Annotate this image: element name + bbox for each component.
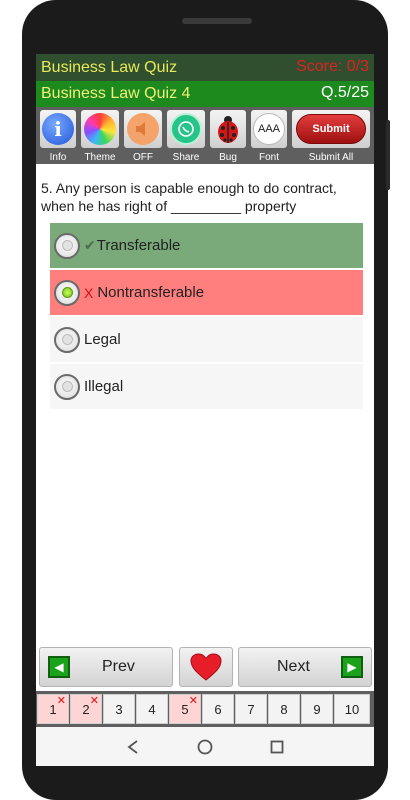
- question-strip: 1 ✕ 2 ✕ 3 4 5 ✕ 6 7 8 9 10: [36, 691, 374, 727]
- wrong-mark-icon: X: [84, 284, 94, 301]
- question-cell-7[interactable]: 7: [235, 694, 267, 724]
- ladybug-icon: [218, 116, 238, 143]
- question-cell-3[interactable]: 3: [103, 694, 135, 724]
- speaker-icon: [127, 113, 159, 145]
- cell-number: 2: [82, 701, 90, 717]
- question-cell-5[interactable]: 5 ✕: [169, 694, 201, 724]
- question-cell-10[interactable]: 10: [334, 694, 370, 724]
- option-4[interactable]: Illegal: [50, 364, 363, 409]
- option-2[interactable]: X Nontransferable: [50, 270, 363, 315]
- info-icon: i: [42, 113, 74, 145]
- cell-number: 4: [148, 701, 156, 717]
- cell-number: 5: [181, 701, 189, 717]
- app-screen: Business Law Quiz Score: 0/3 Business La…: [36, 54, 374, 766]
- heart-icon: [190, 653, 222, 681]
- cell-number: 9: [313, 701, 321, 717]
- question-cell-1[interactable]: 1 ✕: [37, 694, 69, 724]
- theme-icon: [84, 113, 116, 145]
- wrong-x-icon: ✕: [188, 695, 198, 707]
- question-cell-9[interactable]: 9: [301, 694, 333, 724]
- system-nav-bar: [36, 727, 374, 766]
- submit-all-label: Submit All: [308, 152, 354, 163]
- question-cell-2[interactable]: 2 ✕: [70, 694, 102, 724]
- home-button[interactable]: [193, 735, 217, 759]
- wrong-x-icon: ✕: [56, 695, 66, 707]
- favorite-button[interactable]: [179, 647, 233, 687]
- question-cell-6[interactable]: 6: [202, 694, 234, 724]
- cell-number: 8: [280, 701, 288, 717]
- font-button[interactable]: AAA Font: [249, 109, 289, 163]
- share-icon: [170, 113, 202, 145]
- prev-arrow-icon: ◀: [48, 656, 70, 678]
- radio-button[interactable]: [54, 232, 80, 259]
- quiz-name: Business Law Quiz 4: [41, 85, 191, 102]
- next-arrow-icon: ▶: [341, 656, 363, 678]
- option-3[interactable]: Legal: [50, 317, 363, 362]
- option-label: Transferable: [96, 237, 181, 254]
- question-counter: Q.5/25: [320, 84, 369, 101]
- question-cell-8[interactable]: 8: [268, 694, 300, 724]
- recents-button[interactable]: [265, 735, 289, 759]
- navigation-row: ◀ Prev Next ▶: [36, 644, 374, 690]
- next-button[interactable]: Next ▶: [238, 647, 372, 687]
- option-label: Illegal: [84, 378, 124, 395]
- theme-button[interactable]: Theme: [79, 109, 121, 163]
- theme-label: Theme: [84, 152, 116, 163]
- cell-number: 6: [214, 701, 222, 717]
- cell-number: 7: [247, 701, 255, 717]
- submit-button[interactable]: Submit: [296, 114, 366, 144]
- prev-label: Prev: [102, 658, 135, 675]
- back-button[interactable]: [121, 735, 145, 759]
- score-label: Score: 0/3: [296, 58, 369, 75]
- font-label: Font: [258, 152, 279, 163]
- back-icon: [127, 740, 138, 754]
- info-label: Info: [49, 152, 67, 163]
- cell-number: 1: [49, 701, 57, 717]
- font-icon: AAA: [253, 113, 285, 145]
- radio-button[interactable]: [54, 373, 80, 400]
- app-title: Business Law Quiz: [41, 59, 178, 76]
- option-1[interactable]: ✔ Transferable: [50, 223, 363, 268]
- recents-icon: [270, 740, 284, 754]
- sound-button[interactable]: OFF: [122, 109, 164, 163]
- sound-label: OFF: [133, 152, 153, 163]
- question-text: 5. Any person is capable enough to do co…: [41, 180, 337, 214]
- quiz-bar: Business Law Quiz 4 Q.5/25: [36, 81, 374, 107]
- check-icon: ✔: [84, 237, 96, 253]
- question-cell-4[interactable]: 4: [136, 694, 168, 724]
- speaker: [182, 18, 252, 24]
- share-button[interactable]: Share: [165, 109, 207, 163]
- title-bar: Business Law Quiz Score: 0/3: [36, 54, 374, 81]
- radio-button[interactable]: [54, 279, 80, 306]
- toolbar: i Info Theme OFF Share Bug AAA Font Subm…: [36, 107, 374, 164]
- bug-label: Bug: [219, 152, 237, 163]
- home-icon: [197, 739, 213, 755]
- phone-side-button: [386, 120, 390, 190]
- info-button[interactable]: i Info: [38, 109, 78, 163]
- option-label: Nontransferable: [97, 284, 205, 301]
- submit-all-button[interactable]: Submit Submit All: [290, 109, 372, 163]
- next-label: Next: [277, 658, 310, 675]
- bug-button[interactable]: Bug: [208, 109, 248, 163]
- radio-button[interactable]: [54, 326, 80, 353]
- wrong-x-icon: ✕: [89, 695, 99, 707]
- share-label: Share: [172, 152, 200, 163]
- option-label: Legal: [84, 331, 121, 348]
- cell-number: 10: [344, 701, 360, 717]
- prev-button[interactable]: ◀ Prev: [39, 647, 173, 687]
- cell-number: 3: [115, 701, 123, 717]
